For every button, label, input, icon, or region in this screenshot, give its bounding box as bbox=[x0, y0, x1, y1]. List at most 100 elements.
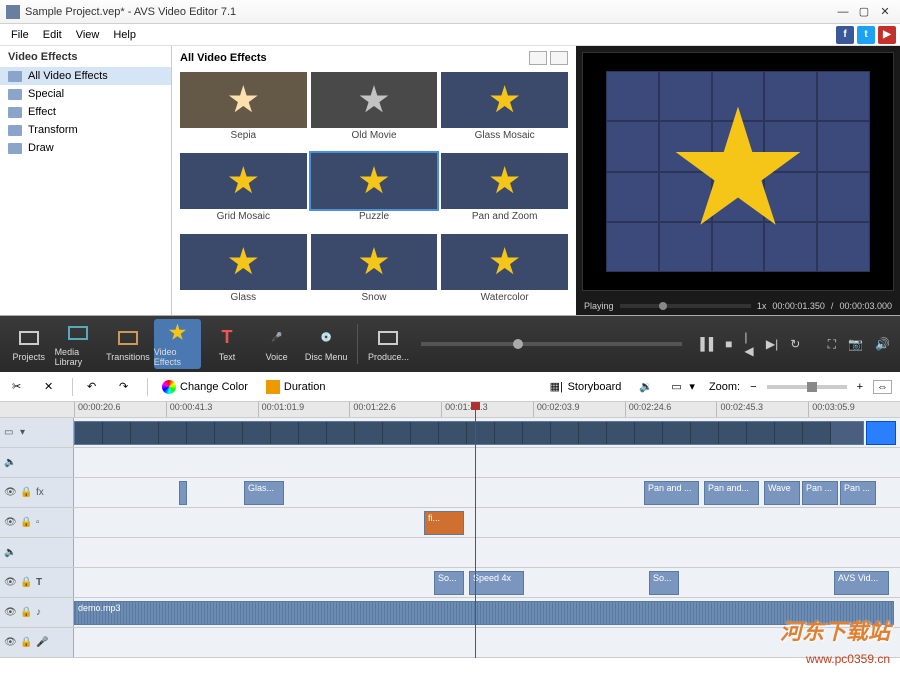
effect-old-movie[interactable]: Old Movie bbox=[311, 72, 438, 149]
lock-icon[interactable]: 🔒 bbox=[20, 607, 32, 619]
text-clip[interactable]: AVS Vid... bbox=[834, 571, 889, 595]
youtube-icon[interactable]: ▶ bbox=[878, 26, 896, 44]
tab-voice[interactable]: 🎤Voice bbox=[253, 319, 301, 369]
facebook-icon[interactable]: f bbox=[836, 26, 854, 44]
cat-effect[interactable]: Effect bbox=[0, 103, 171, 121]
speaker-icon[interactable]: 🔈 bbox=[4, 547, 16, 559]
fx-clip[interactable]: Pan and ... bbox=[644, 481, 699, 505]
text-clip[interactable]: Speed 4x bbox=[469, 571, 524, 595]
preview-canvas[interactable] bbox=[582, 52, 894, 291]
eye-icon[interactable]: 👁 bbox=[4, 637, 16, 649]
audio-clip[interactable]: demo.mp3 bbox=[74, 601, 894, 625]
tab-video-effects[interactable]: Video Effects bbox=[154, 319, 202, 369]
tab-media-library[interactable]: Media Library bbox=[55, 319, 103, 369]
cat-all-video-effects[interactable]: All Video Effects bbox=[0, 67, 171, 85]
zoom-slider[interactable] bbox=[767, 385, 847, 389]
time-ruler[interactable]: 00:00:20.6 00:00:41.3 00:01:01.9 00:01:2… bbox=[0, 402, 900, 418]
tab-transitions[interactable]: Transitions bbox=[104, 319, 152, 369]
eye-icon[interactable]: 👁 bbox=[4, 517, 16, 529]
undo-button[interactable]: ↶ bbox=[83, 378, 105, 396]
stop-button[interactable]: ■ bbox=[719, 337, 738, 351]
main-toolbar: Projects Media Library Transitions Video… bbox=[0, 316, 900, 372]
menu-edit[interactable]: Edit bbox=[36, 27, 69, 43]
effect-pan-and-zoom[interactable]: Pan and Zoom bbox=[441, 153, 568, 230]
lock-icon[interactable]: 🔒 bbox=[20, 487, 32, 499]
video-clip[interactable] bbox=[74, 421, 864, 445]
audio-mix-button[interactable]: 🔉 bbox=[635, 378, 657, 396]
effect-sepia[interactable]: Sepia bbox=[180, 72, 307, 149]
menu-view[interactable]: View bbox=[69, 27, 107, 43]
eye-icon[interactable]: 👁 bbox=[4, 577, 16, 589]
fx-clip[interactable] bbox=[179, 481, 187, 505]
eye-icon[interactable]: 👁 bbox=[4, 607, 16, 619]
overlay-clip[interactable]: fi... bbox=[424, 511, 464, 535]
snapshot-button[interactable]: 📷 bbox=[842, 337, 869, 351]
storyboard-button[interactable]: ▦|Storyboard bbox=[546, 378, 626, 396]
lock-icon[interactable]: 🔒 bbox=[20, 577, 32, 589]
menu-help[interactable]: Help bbox=[106, 27, 143, 43]
delete-button[interactable]: ✕ bbox=[40, 378, 62, 396]
twitter-icon[interactable]: t bbox=[857, 26, 875, 44]
zoom-out-button[interactable]: − bbox=[750, 381, 756, 393]
effect-snow[interactable]: Snow bbox=[311, 234, 438, 311]
collapse-icon[interactable]: ▾ bbox=[20, 427, 32, 439]
speaker-icon[interactable]: 🔈 bbox=[4, 457, 16, 469]
effect-puzzle[interactable]: Puzzle bbox=[311, 153, 438, 230]
volume-button[interactable]: 🔊 bbox=[869, 337, 896, 351]
cat-draw[interactable]: Draw bbox=[0, 139, 171, 157]
loop-button[interactable]: ↻ bbox=[784, 337, 806, 351]
thumbnails-grid: Sepia Old Movie Glass Mosaic Grid Mosaic… bbox=[172, 68, 576, 315]
fullscreen-button[interactable]: ⛶ bbox=[822, 337, 842, 352]
duration-button[interactable]: Duration bbox=[262, 378, 330, 396]
text-clip[interactable]: So... bbox=[434, 571, 464, 595]
speed-slider[interactable] bbox=[620, 304, 751, 308]
effect-glass[interactable]: Glass bbox=[180, 234, 307, 311]
text-clip[interactable]: So... bbox=[649, 571, 679, 595]
lock-icon[interactable]: 🔒 bbox=[20, 637, 32, 649]
minimize-button[interactable]: — bbox=[834, 5, 852, 19]
scrub-bar[interactable] bbox=[421, 342, 682, 346]
preview-status-bar: Playing 1x 00:00:01.350 / 00:00:03.000 bbox=[576, 297, 900, 315]
lock-icon[interactable]: 🔒 bbox=[20, 517, 32, 529]
menu-file[interactable]: File bbox=[4, 27, 36, 43]
tab-text[interactable]: TText bbox=[203, 319, 251, 369]
mic-icon: 🎤 bbox=[265, 327, 289, 349]
pause-button[interactable]: ▐▐ bbox=[690, 337, 719, 351]
fx-clip[interactable]: Pan ... bbox=[840, 481, 876, 505]
gallery-title: All Video Effects bbox=[180, 52, 526, 64]
zoom-fit-button[interactable]: ⇔ bbox=[873, 380, 892, 394]
change-color-button[interactable]: Change Color bbox=[158, 378, 252, 396]
video-audio-track: 🔈 bbox=[0, 448, 900, 478]
fx-clip[interactable]: Wave bbox=[764, 481, 800, 505]
redo-button[interactable]: ↷ bbox=[115, 378, 137, 396]
prev-frame-button[interactable]: |◀ bbox=[738, 330, 759, 358]
video-clip-selected[interactable] bbox=[866, 421, 896, 445]
cat-transform[interactable]: Transform bbox=[0, 121, 171, 139]
effects-track: 👁🔒fx Glas... Pan and ... Pan and... Wave… bbox=[0, 478, 900, 508]
view-list-button[interactable] bbox=[550, 51, 568, 65]
view-thumbnails-button[interactable] bbox=[529, 51, 547, 65]
effect-grid-mosaic[interactable]: Grid Mosaic bbox=[180, 153, 307, 230]
fx-clip[interactable]: Pan ... bbox=[802, 481, 838, 505]
undo-icon: ↶ bbox=[87, 380, 101, 394]
zoom-in-button[interactable]: + bbox=[857, 381, 863, 393]
zoom-label: Zoom: bbox=[709, 381, 740, 393]
next-frame-button[interactable]: ▶| bbox=[760, 337, 784, 351]
cat-label: Transform bbox=[28, 124, 78, 136]
aspect-button[interactable]: ▭▾ bbox=[667, 378, 699, 396]
timeline[interactable]: 00:00:20.6 00:00:41.3 00:01:01.9 00:01:2… bbox=[0, 402, 900, 658]
effect-watercolor[interactable]: Watercolor bbox=[441, 234, 568, 311]
film-icon[interactable]: ▭ bbox=[4, 427, 16, 439]
close-button[interactable]: ✕ bbox=[876, 5, 894, 19]
produce-button[interactable]: Produce... bbox=[365, 319, 413, 369]
split-button[interactable]: ✂ bbox=[8, 378, 30, 396]
cat-special[interactable]: Special bbox=[0, 85, 171, 103]
tab-disc-menu[interactable]: 💿Disc Menu bbox=[302, 319, 350, 369]
eye-icon[interactable]: 👁 bbox=[4, 487, 16, 499]
tab-projects[interactable]: Projects bbox=[5, 319, 53, 369]
fx-clip[interactable]: Pan and... bbox=[704, 481, 759, 505]
effect-glass-mosaic[interactable]: Glass Mosaic bbox=[441, 72, 568, 149]
maximize-button[interactable]: ▢ bbox=[855, 5, 873, 19]
fx-clip[interactable]: Glas... bbox=[244, 481, 284, 505]
playhead[interactable] bbox=[475, 402, 476, 658]
